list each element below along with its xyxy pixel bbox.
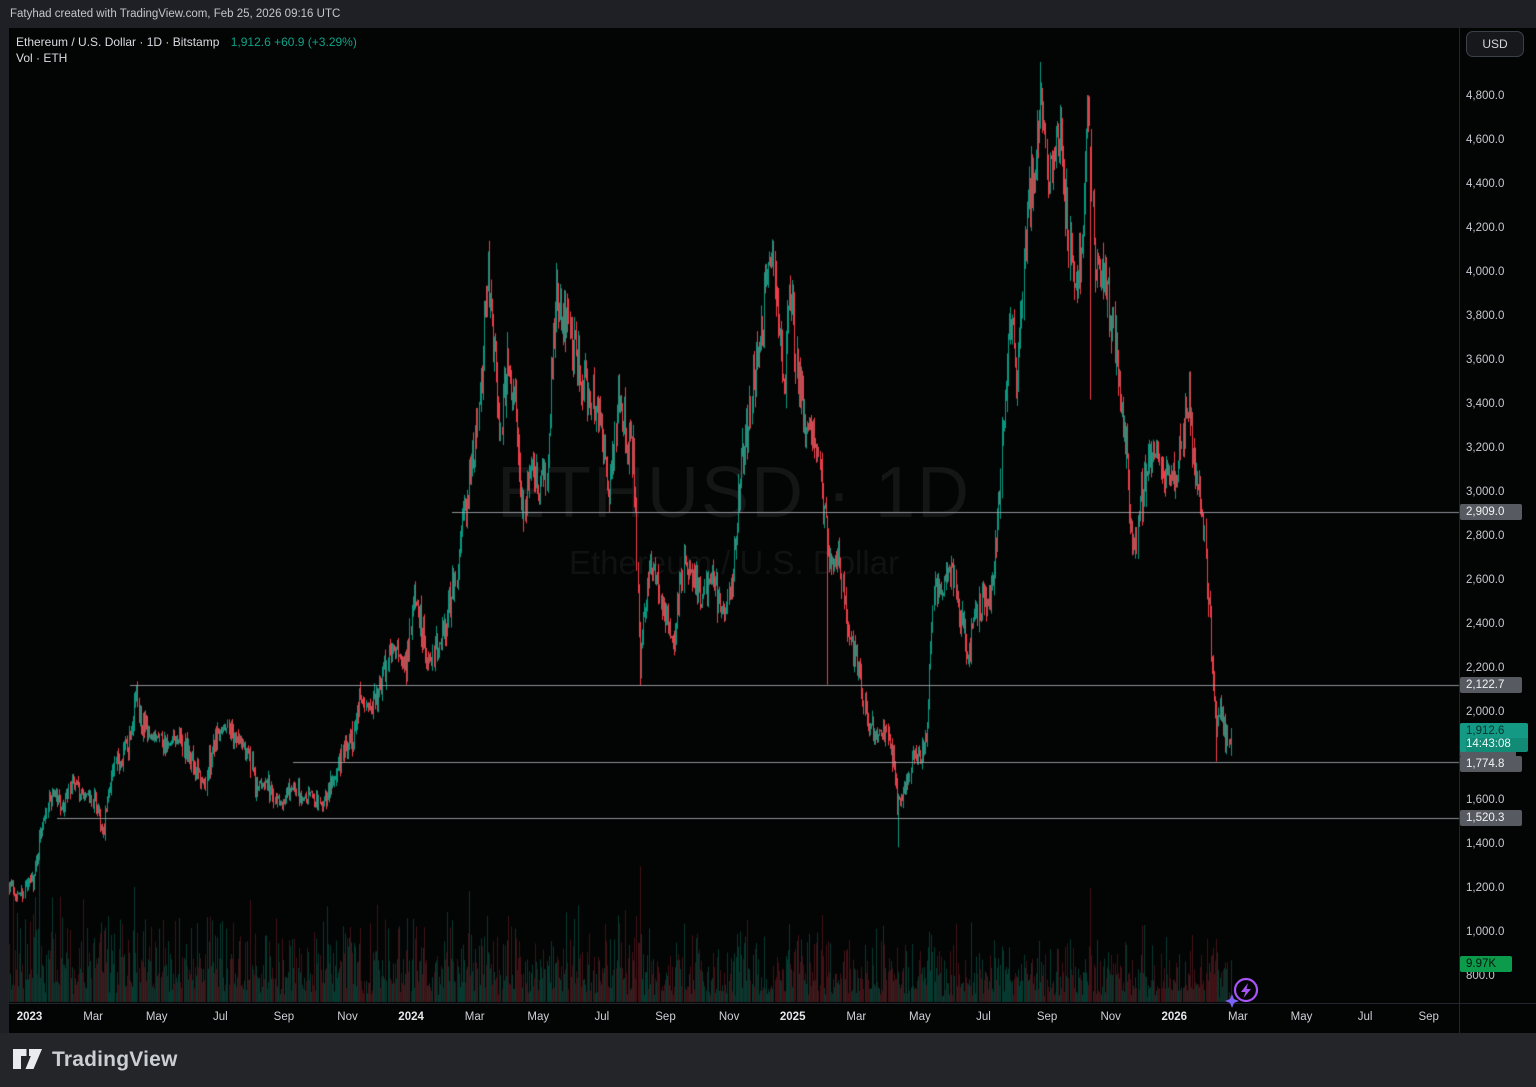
price-tick-label: 1,200.0 (1466, 881, 1504, 895)
last-quote: 1,912.6 +60.9 (+3.29%) (231, 35, 357, 49)
time-axis-label: Nov (719, 1011, 739, 1023)
symbol-title[interactable]: Ethereum / U.S. Dollar · 1D · Bitstamp (16, 35, 219, 49)
price-tick-label: 3,400.0 (1466, 397, 1504, 411)
price-tick-label: 3,200.0 (1466, 441, 1504, 455)
current-price-value: 1,912.6 (1466, 723, 1528, 738)
price-tick-label: 1,600.0 (1466, 793, 1504, 807)
time-axis-label: 2023 (17, 1011, 43, 1023)
level-price-badge: 1,520.3 (1460, 810, 1522, 826)
candlestick-canvas[interactable] (0, 28, 1536, 1033)
price-tick-label: 4,600.0 (1466, 133, 1504, 147)
time-axis-label: Mar (846, 1011, 866, 1023)
currency-toggle-button[interactable]: USD (1466, 31, 1524, 57)
time-axis-label: May (527, 1011, 549, 1023)
price-tick-label: 1,400.0 (1466, 837, 1504, 851)
time-axis-label: 2025 (780, 1011, 806, 1023)
time-axis-label: Sep (274, 1011, 294, 1023)
time-axis-label: May (1291, 1011, 1313, 1023)
chart-area: ETHUSD · 1D Ethereum / U.S. Dollar Ether… (0, 28, 1536, 1033)
time-axis-label: Nov (1100, 1011, 1120, 1023)
time-axis-label: Mar (83, 1011, 103, 1023)
price-tick-label: 2,200.0 (1466, 661, 1504, 675)
price-tick-label: 4,000.0 (1466, 265, 1504, 279)
price-tick-label: 2,800.0 (1466, 529, 1504, 543)
attribution-bar: Fatyhad created with TradingView.com, Fe… (0, 0, 1536, 28)
attribution-text: Fatyhad created with TradingView.com, Fe… (10, 8, 340, 20)
time-axis-label: May (909, 1011, 931, 1023)
time-axis-label: Jul (976, 1011, 991, 1023)
time-axis-label: Jul (595, 1011, 610, 1023)
time-axis-label: Sep (655, 1011, 675, 1023)
current-price-badge: 1,912.614:43:08 (1460, 723, 1528, 752)
tradingview-logo-icon (12, 1046, 43, 1073)
chart-legend[interactable]: Ethereum / U.S. Dollar · 1D · Bitstamp 1… (16, 35, 357, 66)
time-axis[interactable]: 2023 Mar May Jul Sep Nov 2024 Mar May Jul Sep Nov 20… (0, 1004, 1459, 1033)
time-axis-label: Sep (1037, 1011, 1057, 1023)
price-tick-label: 4,800.0 (1466, 89, 1504, 103)
time-axis-label: Jul (1358, 1011, 1373, 1023)
time-axis-label: 2026 (1162, 1011, 1188, 1023)
price-tick-label: 2,000.0 (1466, 705, 1504, 719)
level-price-badge: 2,122.7 (1460, 677, 1522, 693)
time-axis-label: Sep (1418, 1011, 1438, 1023)
time-axis-label: Mar (1228, 1011, 1248, 1023)
time-axis-label: Jul (213, 1011, 228, 1023)
price-axis[interactable]: USD 4,800.0 4,600.0 4,400.0 4,200.0 4,000.0 3… (1460, 28, 1536, 1003)
time-axis-label: May (146, 1011, 168, 1023)
level-price-badge: 1,774.8 (1460, 756, 1522, 772)
volume-value-badge: 9.97K (1460, 956, 1512, 972)
legend-volume-row[interactable]: Vol · ETH (16, 51, 357, 66)
brand-name: TradingView (52, 1048, 178, 1072)
time-axis-label: 2024 (398, 1011, 424, 1023)
level-price-badge: 2,909.0 (1460, 504, 1522, 520)
footer-bar: TradingView (0, 1033, 1536, 1087)
tradingview-brand[interactable]: TradingView (12, 1046, 178, 1073)
price-tick-label: 4,400.0 (1466, 177, 1504, 191)
time-axis-label: Mar (465, 1011, 485, 1023)
time-axis-label: Nov (337, 1011, 357, 1023)
price-tick-label: 1,000.0 (1466, 925, 1504, 939)
price-tick-label: 4,200.0 (1466, 221, 1504, 235)
price-tick-label: 2,400.0 (1466, 617, 1504, 631)
price-tick-label: 3,600.0 (1466, 353, 1504, 367)
price-tick-label: 3,800.0 (1466, 309, 1504, 323)
price-tick-label: 3,000.0 (1466, 485, 1504, 499)
legend-symbol-row[interactable]: Ethereum / U.S. Dollar · 1D · Bitstamp 1… (16, 35, 357, 50)
price-tick-label: 2,600.0 (1466, 573, 1504, 587)
bar-countdown: 14:43:08 (1466, 738, 1528, 752)
